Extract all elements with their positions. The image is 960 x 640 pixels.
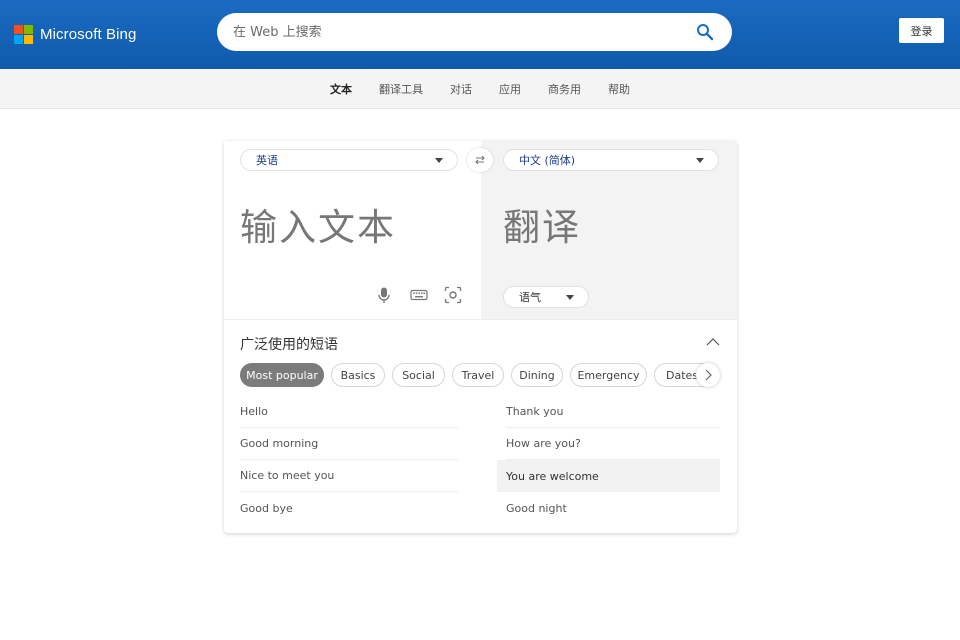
phrase-item[interactable]: How are you?: [506, 428, 720, 460]
swap-languages-button[interactable]: [467, 148, 493, 172]
nav-item-apps[interactable]: 应用: [499, 81, 521, 97]
login-button[interactable]: 登录: [899, 18, 944, 43]
search-input[interactable]: [233, 24, 673, 40]
chip-most-popular[interactable]: Most popular: [240, 363, 324, 387]
phrase-item[interactable]: Thank you: [506, 396, 720, 428]
nav-item-translator-tools[interactable]: 翻译工具: [379, 81, 423, 97]
translation-output: 翻译: [503, 206, 581, 249]
top-header: Microsoft Bing 登录: [0, 0, 960, 69]
nav-item-text[interactable]: 文本: [330, 81, 352, 97]
source-text-input[interactable]: 输入文本: [240, 197, 396, 251]
chevron-down-icon: [696, 158, 704, 163]
chevron-up-icon[interactable]: [706, 337, 720, 347]
target-language-label: 中文 (简体): [519, 154, 576, 167]
section-divider: [224, 319, 737, 320]
chip-dining[interactable]: Dining: [511, 363, 563, 387]
source-language-select[interactable]: 英语: [240, 149, 458, 171]
chevron-right-icon: [705, 369, 712, 381]
phrase-item[interactable]: Hello: [240, 396, 458, 428]
phrase-item[interactable]: Good morning: [240, 428, 458, 460]
microphone-icon[interactable]: [375, 286, 393, 304]
chip-travel[interactable]: Travel: [452, 363, 504, 387]
nav-item-help[interactable]: 帮助: [608, 81, 630, 97]
keyboard-icon[interactable]: [410, 286, 428, 304]
brand-name: Microsoft Bing: [40, 26, 137, 43]
tone-label: 语气: [519, 291, 541, 304]
target-pane: 中文 (简体) 翻译 语气: [481, 141, 737, 319]
tone-select[interactable]: 语气: [503, 286, 589, 308]
translator-nav: 文本 翻译工具 对话 应用 商务用 帮助: [0, 69, 960, 109]
search-icon[interactable]: [696, 23, 714, 41]
target-language-select[interactable]: 中文 (简体): [503, 149, 719, 171]
chip-emergency[interactable]: Emergency: [570, 363, 647, 387]
phrase-item[interactable]: Nice to meet you: [240, 460, 458, 492]
microsoft-logo-icon: [14, 25, 33, 44]
nav-item-conversation[interactable]: 对话: [450, 81, 472, 97]
translator-card: 英语 输入文本 中文 (简体) 翻译 语气 广泛使用的短语 Most popul…: [224, 141, 737, 533]
phrase-item[interactable]: Good bye: [240, 492, 458, 524]
chevron-down-icon: [435, 158, 443, 163]
camera-scan-icon[interactable]: [444, 286, 462, 304]
chips-next-button[interactable]: [696, 363, 720, 387]
phrase-item-highlighted[interactable]: You are welcome: [497, 460, 720, 492]
bing-logo[interactable]: Microsoft Bing: [14, 25, 136, 44]
chip-basics[interactable]: Basics: [331, 363, 385, 387]
search-box: [217, 13, 732, 51]
chip-social[interactable]: Social: [392, 363, 445, 387]
phrase-item[interactable]: Good night: [506, 492, 720, 524]
phrases-title: 广泛使用的短语: [240, 337, 338, 353]
chevron-down-icon: [566, 295, 574, 300]
swap-arrows-icon: [475, 155, 485, 165]
source-pane: 英语 输入文本: [224, 141, 481, 319]
nav-item-business[interactable]: 商务用: [548, 81, 581, 97]
source-language-label: 英语: [256, 154, 278, 167]
phrase-category-chips: Most popular Basics Social Travel Dining…: [240, 363, 720, 387]
